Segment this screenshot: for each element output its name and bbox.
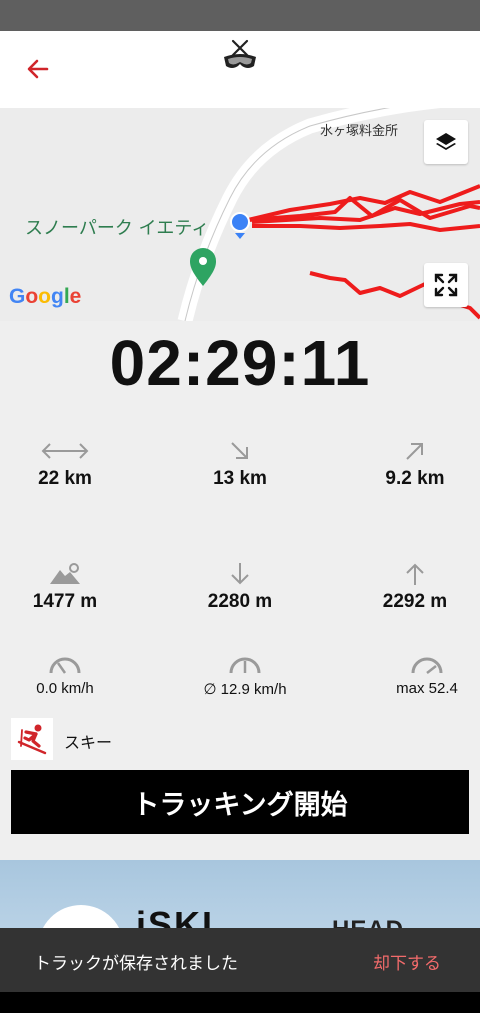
map-street-label: 水ヶ塚料金所: [320, 124, 399, 139]
banner-brand: iSKI: [136, 904, 215, 930]
arrow-up-icon: [406, 563, 424, 585]
skier-icon: [17, 724, 47, 755]
arrow-left-icon: [27, 59, 49, 79]
stat-speed-value: 0.0 km/h: [36, 680, 94, 697]
stat-downhill-distance-value: 13 km: [213, 468, 267, 489]
google-attribution: Google: [9, 285, 82, 308]
stat-speed: 0.0 km/h: [0, 652, 135, 697]
location-marker: [230, 212, 250, 239]
speedometer-icon: [49, 657, 81, 674]
stat-avg-speed: ∅ 12.9 km/h: [175, 652, 315, 698]
fullscreen-button[interactable]: [424, 263, 468, 307]
system-nav-bar: [0, 992, 480, 1013]
stat-altitude-value: 1477 m: [32, 591, 98, 612]
stat-altitude: 1477 m: [0, 561, 135, 613]
elapsed-time: 02:29:11: [109, 327, 371, 399]
stat-distance-value: 22 km: [38, 468, 92, 489]
layers-icon: [436, 133, 456, 150]
layers-button[interactable]: [424, 120, 468, 164]
start-tracking-button[interactable]: トラッキング開始: [11, 770, 469, 834]
stat-max-speed-value: max 52.4: [396, 680, 458, 697]
stat-descent-value: 2280 m: [207, 591, 273, 612]
stat-max-speed: max 52.4: [357, 652, 480, 697]
stat-uphill-distance: 9.2 km: [345, 438, 480, 490]
stat-downhill-distance: 13 km: [170, 438, 310, 490]
app-header: [0, 31, 480, 108]
horizontal-arrows-icon: [41, 443, 89, 459]
activity-type-button[interactable]: [11, 718, 53, 760]
snackbar-dismiss-button[interactable]: 却下する: [373, 949, 441, 974]
stat-distance: 22 km: [0, 438, 135, 490]
arrow-up-right-icon: [406, 443, 423, 460]
arrow-down-right-icon: [231, 442, 248, 459]
snackbar-message: トラックが保存されました: [34, 954, 238, 974]
activity-type-label[interactable]: スキー: [64, 729, 112, 753]
stat-descent: 2280 m: [170, 561, 310, 613]
stat-avg-speed-value: ∅ 12.9 km/h: [203, 681, 287, 698]
stat-ascent-value: 2292 m: [382, 591, 448, 612]
stat-uphill-distance-value: 9.2 km: [385, 468, 445, 489]
ad-banner[interactable]: iSKI HEAD: [0, 860, 480, 930]
arrow-down-icon: [231, 563, 249, 585]
speedometer-icon: [411, 657, 443, 674]
mountain-altitude-icon: [50, 563, 80, 584]
speedometer-icon: [229, 657, 261, 674]
fullscreen-icon: [434, 273, 458, 297]
back-button[interactable]: [20, 51, 56, 87]
stat-ascent: 2292 m: [345, 561, 480, 613]
snackbar: トラックが保存されました 却下する: [0, 928, 480, 992]
ski-goggles-logo-icon: [221, 37, 259, 75]
status-bar: [0, 0, 480, 31]
map-view[interactable]: 水ヶ塚料金所 スノーパーク イエティ Google: [0, 108, 480, 321]
map-poi-label[interactable]: スノーパーク イエティ: [25, 214, 209, 240]
banner-logo: [38, 905, 124, 930]
